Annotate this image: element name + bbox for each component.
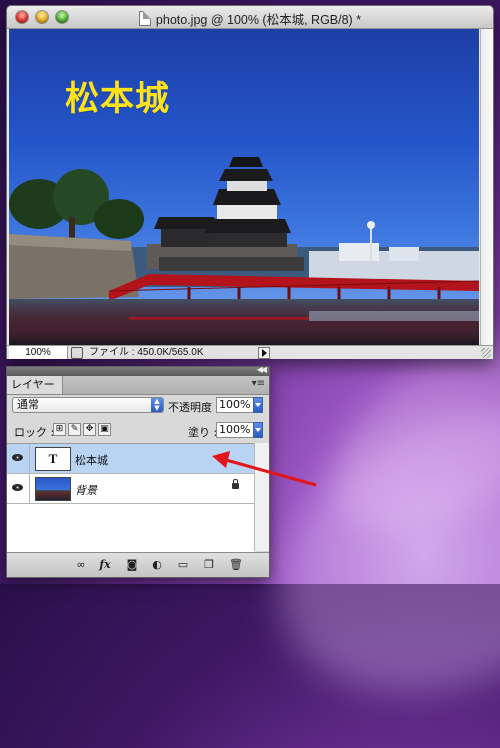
status-info-icon[interactable] [71, 347, 83, 359]
opacity-slider-button[interactable] [253, 397, 263, 413]
panel-header-bar[interactable]: ◀◀ [7, 365, 269, 376]
mask-icon[interactable]: ◙ [126, 559, 138, 571]
blend-opacity-row: 通常 ▲ ▼ 不透明度 : 100% [7, 395, 269, 417]
status-bar: 100% ファイル : 450.0K/565.0K [7, 345, 493, 359]
layers-list: T 松本城 背景 [7, 443, 255, 552]
lock-position-icon[interactable]: ✥ [83, 423, 96, 436]
resize-grip-icon[interactable] [481, 348, 491, 358]
document-window: photo.jpg @ 100% (松本城, RGB/8) * 松本城 100%… [6, 5, 494, 359]
collapse-panel-icon[interactable]: ◀◀ [257, 365, 267, 374]
eye-icon [12, 484, 23, 491]
lock-fill-row: ロック : ⊞ ✎ ✥ ▣ 塗り : 100% [7, 421, 269, 443]
tab-layers[interactable]: レイヤー [7, 376, 63, 394]
layer-row-text[interactable]: T 松本城 [7, 444, 255, 474]
visibility-toggle[interactable] [7, 474, 30, 503]
panel-bottom-toolbar: ∞ fx ◙ ◐ ▭ ❐ 🗑 [7, 552, 269, 577]
visibility-toggle[interactable] [7, 444, 30, 473]
title-bar[interactable]: photo.jpg @ 100% (松本城, RGB/8) * [7, 6, 493, 29]
layers-panel: ◀◀ レイヤー ▾≡ 通常 ▲ ▼ 不透明度 : 100% ロック : ⊞ ✎ ✥… [6, 365, 270, 578]
status-menu-arrow-icon[interactable] [258, 347, 270, 359]
text-layer-thumbnail: T [35, 447, 71, 471]
lock-icon [232, 479, 239, 489]
image-canvas[interactable]: 松本城 [9, 29, 479, 346]
trash-icon[interactable]: 🗑 [229, 559, 243, 571]
blend-mode-value: 通常 [17, 398, 39, 411]
select-arrows-icon: ▲ ▼ [151, 398, 163, 412]
blend-mode-select[interactable]: 通常 ▲ ▼ [12, 397, 164, 413]
layer-row-background[interactable]: 背景 [7, 474, 255, 504]
lock-transparent-pixels-icon[interactable]: ⊞ [53, 423, 66, 436]
opacity-label: 不透明度 : [168, 401, 220, 414]
fill-label: 塗り : [188, 426, 218, 439]
file-size-text: ファイル : 450.0K/565.0K [89, 347, 204, 358]
zoom-level-field[interactable]: 100% [9, 346, 68, 359]
layer-name[interactable]: 松本城 [75, 452, 108, 468]
group-folder-icon[interactable]: ▭ [177, 559, 189, 571]
document-icon [138, 11, 151, 26]
background-layer-thumbnail [35, 477, 71, 501]
window-title-wrap: photo.jpg @ 100% (松本城, RGB/8) * [7, 9, 493, 28]
eye-icon [12, 454, 23, 461]
fx-icon[interactable]: fx [99, 559, 111, 571]
lock-image-pixels-icon[interactable]: ✎ [68, 423, 81, 436]
fill-slider-button[interactable] [253, 422, 263, 438]
panel-menu-icon[interactable]: ▾≡ [252, 378, 265, 389]
layers-scrollbar[interactable] [254, 443, 269, 551]
vertical-scrollbar[interactable] [480, 29, 493, 346]
lock-label: ロック : [14, 426, 55, 439]
lock-all-icon[interactable]: ▣ [98, 423, 111, 436]
opacity-input[interactable]: 100% [216, 397, 254, 413]
link-icon[interactable]: ∞ [75, 559, 87, 571]
panel-tab-row: レイヤー ▾≡ [7, 376, 269, 395]
photo-caption-text: 松本城 [65, 79, 170, 119]
window-title: photo.jpg @ 100% (松本城, RGB/8) * [155, 13, 362, 27]
adjustment-icon[interactable]: ◐ [151, 559, 163, 571]
desktop-swirl [232, 351, 500, 748]
new-layer-icon[interactable]: ❐ [203, 559, 215, 571]
layer-name[interactable]: 背景 [75, 482, 97, 498]
fill-input[interactable]: 100% [216, 422, 254, 438]
